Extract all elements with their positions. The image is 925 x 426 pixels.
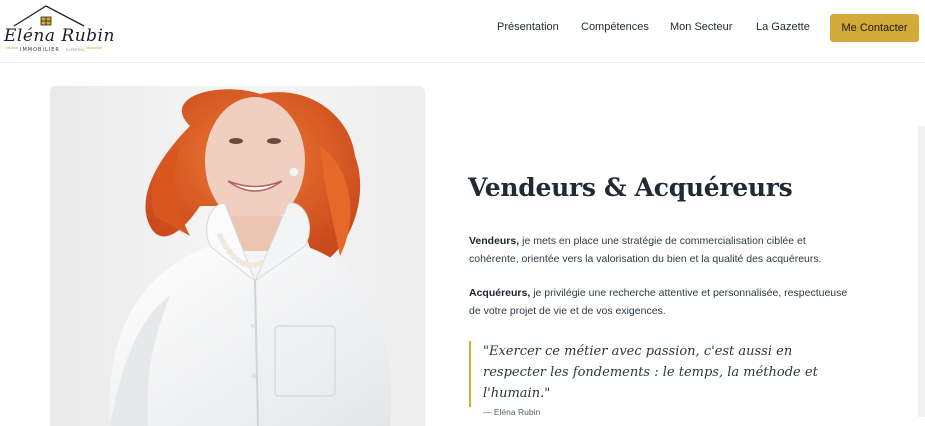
nav-link-mon-secteur[interactable]: Mon Secteur bbox=[670, 21, 732, 37]
portrait-photo bbox=[50, 86, 425, 426]
nav-link-competences[interactable]: Compétences bbox=[581, 21, 649, 37]
quote-author: — Eléna Rubin bbox=[483, 407, 541, 417]
acquereurs-label: Acquéreurs, bbox=[469, 287, 531, 299]
side-panel-edge bbox=[918, 126, 925, 417]
logo-script: Eléna Rubin bbox=[4, 26, 115, 46]
nav-link-presentation[interactable]: Présentation bbox=[497, 21, 559, 37]
vendeurs-text: je mets en place une stratégie de commer… bbox=[469, 235, 822, 265]
nav-link-la-gazette[interactable]: La Gazette bbox=[756, 21, 810, 37]
vendeurs-label: Vendeurs, bbox=[469, 235, 520, 247]
logo-subtitle-small: EXPERTISE bbox=[66, 48, 85, 52]
logo-subtitle: IMMOBILIER bbox=[20, 47, 60, 53]
testimonial-quote: "Exercer ce métier avec passion, c'est a… bbox=[469, 341, 839, 417]
site-header: Eléna Rubin IMMOBILIER EXPERTISE Présent… bbox=[0, 0, 925, 63]
logo[interactable]: Eléna Rubin IMMOBILIER EXPERTISE bbox=[2, 4, 114, 56]
acquereurs-paragraph: Acquéreurs, je privilégie une recherche … bbox=[469, 285, 849, 320]
contact-button[interactable]: Me Contacter bbox=[830, 14, 919, 42]
page-title: Vendeurs & Acquéreurs bbox=[468, 173, 793, 202]
vendeurs-paragraph: Vendeurs, je mets en place une stratégie… bbox=[469, 233, 849, 268]
quote-text: "Exercer ce métier avec passion, c'est a… bbox=[483, 344, 818, 401]
